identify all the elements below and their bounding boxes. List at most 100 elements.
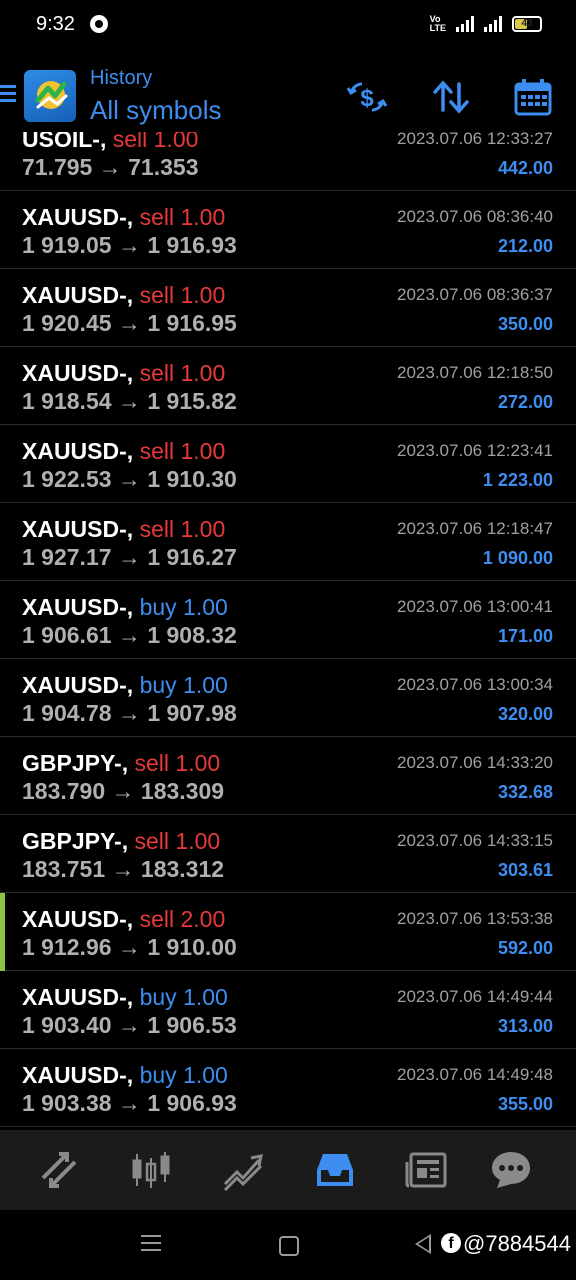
trade-row[interactable]: XAUUSD-, sell 1.00 1 919.05 → 1 916.93 202… (0, 191, 576, 269)
symbol-name: XAUUSD-, (22, 360, 134, 386)
trade-profit: 303.61 (497, 860, 553, 880)
symbol-name: GBPJPY-, (22, 828, 129, 854)
trade-symbol: XAUUSD-, sell 1.00 (22, 516, 225, 543)
trade-prices: 1 903.38 → 1 906.93 (22, 1090, 237, 1116)
calendar-icon[interactable] (512, 76, 554, 118)
trade-datetime: 2023.07.06 08:36:40 (397, 207, 553, 226)
trade-prices: 1 922.53 → 1 910.30 (22, 466, 237, 492)
trade-action: buy 1.00 (139, 672, 228, 698)
trade-profit: 332.68 (497, 782, 553, 802)
trade-row[interactable]: XAUUSD-, buy 1.00 1 906.61 → 1 908.32 2023… (0, 581, 576, 659)
signal-4g-icon (456, 16, 474, 32)
trade-row[interactable]: USOIL-, sell 1.00 71.795 → 71.353 2023.07.… (0, 132, 576, 191)
trade-row[interactable]: XAUUSD-, sell 1.00 1 922.53 → 1 910.30 202… (0, 425, 576, 503)
trade-symbol: XAUUSD-, sell 1.00 (22, 438, 225, 465)
volte-icon: Vo LTE (429, 14, 446, 33)
trade-datetime: 2023.07.06 13:00:34 (397, 675, 553, 694)
facebook-icon: f (441, 1233, 461, 1253)
metatrader-logo[interactable] (24, 70, 76, 122)
trade-profit: 171.00 (497, 626, 553, 646)
trade-row[interactable]: XAUUSD-, sell 1.00 1 920.45 → 1 916.95 202… (0, 269, 576, 347)
trade-profit: 272.00 (497, 392, 553, 412)
trade-prices: 1 906.61 → 1 908.32 (22, 622, 237, 648)
trade-datetime: 2023.07.06 14:49:44 (397, 987, 553, 1006)
trade-symbol: XAUUSD-, sell 1.00 (22, 360, 225, 387)
menu-icon[interactable] (0, 85, 16, 103)
trade-action: sell 1.00 (139, 516, 226, 542)
trade-history-list[interactable]: USOIL-, sell 1.00 71.795 → 71.353 2023.07.… (0, 132, 576, 1130)
quotes-icon[interactable] (37, 1148, 81, 1192)
trade-action: sell 1.00 (139, 204, 226, 230)
trade-symbol: USOIL-, sell 1.00 (22, 132, 198, 153)
symbol-name: XAUUSD-, (22, 438, 134, 464)
symbol-name: XAUUSD-, (22, 594, 134, 620)
status-indicators: Vo LTE 43 (430, 15, 542, 33)
trade-action: sell 1.00 (139, 360, 226, 386)
trade-action: sell 1.00 (134, 750, 221, 776)
symbol-name: XAUUSD-, (22, 1062, 134, 1088)
symbol-name: XAUUSD-, (22, 984, 134, 1010)
trade-row[interactable]: XAUUSD-, buy 1.00 1 904.78 → 1 907.98 2023… (0, 659, 576, 737)
trade-profit: 442.00 (497, 158, 553, 178)
symbol-name: XAUUSD-, (22, 204, 134, 230)
symbol-name: XAUUSD-, (22, 906, 134, 932)
trade-prices: 71.795 → 71.353 (22, 154, 199, 180)
currency-exchange-icon[interactable]: $ (346, 76, 388, 118)
trade-datetime: 2023.07.06 13:53:38 (397, 909, 553, 928)
svg-text:$: $ (360, 85, 374, 112)
trade-datetime: 2023.07.06 14:33:20 (397, 753, 553, 772)
trade-prices: 1 912.96 → 1 910.00 (22, 934, 237, 960)
symbol-name: XAUUSD-, (22, 282, 134, 308)
trade-prices: 1 918.54 → 1 915.82 (22, 388, 237, 414)
trade-icon[interactable] (221, 1148, 265, 1192)
trade-prices: 1 927.17 → 1 916.27 (22, 544, 237, 570)
trade-action: sell 1.00 (139, 438, 226, 464)
trade-row[interactable]: GBPJPY-, sell 1.00 183.790 → 183.309 2023.… (0, 737, 576, 815)
battery-level: 43 (521, 18, 533, 29)
news-icon[interactable] (405, 1148, 449, 1192)
back-button[interactable] (415, 1234, 431, 1254)
status-time: 9:32 (36, 13, 75, 35)
page-title: History (90, 67, 153, 89)
trade-profit: 350.00 (497, 314, 553, 334)
trade-action: buy 1.00 (139, 1062, 228, 1088)
trade-symbol: XAUUSD-, sell 1.00 (22, 204, 225, 231)
chart-icon[interactable] (129, 1148, 173, 1192)
trade-action: buy 1.00 (139, 984, 228, 1010)
trade-row[interactable]: XAUUSD-, buy 1.00 1 903.40 → 1 906.53 2023… (0, 971, 576, 1049)
trade-action: sell 1.00 (139, 282, 226, 308)
system-nav: f @7884544 (0, 1210, 576, 1280)
trade-prices: 1 903.40 → 1 906.53 (22, 1012, 237, 1038)
trade-symbol: XAUUSD-, buy 1.00 (22, 984, 228, 1011)
trade-datetime: 2023.07.06 13:00:41 (397, 597, 553, 616)
history-icon[interactable] (313, 1148, 357, 1192)
trade-row[interactable]: XAUUSD-, sell 1.00 1 918.54 → 1 915.82 202… (0, 347, 576, 425)
trade-profit: 592.00 (497, 938, 553, 958)
trade-prices: 1 920.45 → 1 916.95 (22, 310, 237, 336)
symbol-name: USOIL-, (22, 132, 107, 152)
watermark-text: @7884544 (463, 1231, 571, 1256)
trade-action: sell 2.00 (139, 906, 226, 932)
trade-row[interactable]: XAUUSD-, sell 1.00 1 927.17 → 1 916.27 202… (0, 503, 576, 581)
sort-icon[interactable] (430, 76, 472, 118)
trade-prices: 183.751 → 183.312 (22, 856, 225, 882)
symbol-filter[interactable]: All symbols (90, 95, 221, 126)
trade-datetime: 2023.07.06 14:33:15 (397, 831, 553, 850)
trade-symbol: GBPJPY-, sell 1.00 (22, 750, 220, 777)
trade-profit: 355.00 (497, 1094, 553, 1114)
trade-profit: 313.00 (497, 1016, 553, 1036)
trade-symbol: GBPJPY-, sell 1.00 (22, 828, 220, 855)
messages-icon[interactable] (489, 1148, 533, 1192)
trade-action: buy 1.00 (139, 594, 228, 620)
recent-apps-button[interactable] (141, 1235, 161, 1256)
trade-symbol: XAUUSD-, sell 2.00 (22, 906, 225, 933)
trade-row[interactable]: GBPJPY-, sell 1.00 183.751 → 183.312 2023.… (0, 815, 576, 893)
trade-profit: 320.00 (497, 704, 553, 724)
trade-datetime: 2023.07.06 12:18:47 (397, 519, 553, 538)
trade-row[interactable]: XAUUSD-, buy 1.00 1 903.38 → 1 906.93 2023… (0, 1049, 576, 1127)
trade-symbol: XAUUSD-, buy 1.00 (22, 594, 228, 621)
trade-datetime: 2023.07.06 12:33:27 (397, 132, 553, 148)
trade-row[interactable]: XAUUSD-, sell 2.00 1 912.96 → 1 910.00 202… (0, 893, 576, 971)
home-button[interactable] (279, 1236, 299, 1256)
symbol-name: XAUUSD-, (22, 516, 134, 542)
